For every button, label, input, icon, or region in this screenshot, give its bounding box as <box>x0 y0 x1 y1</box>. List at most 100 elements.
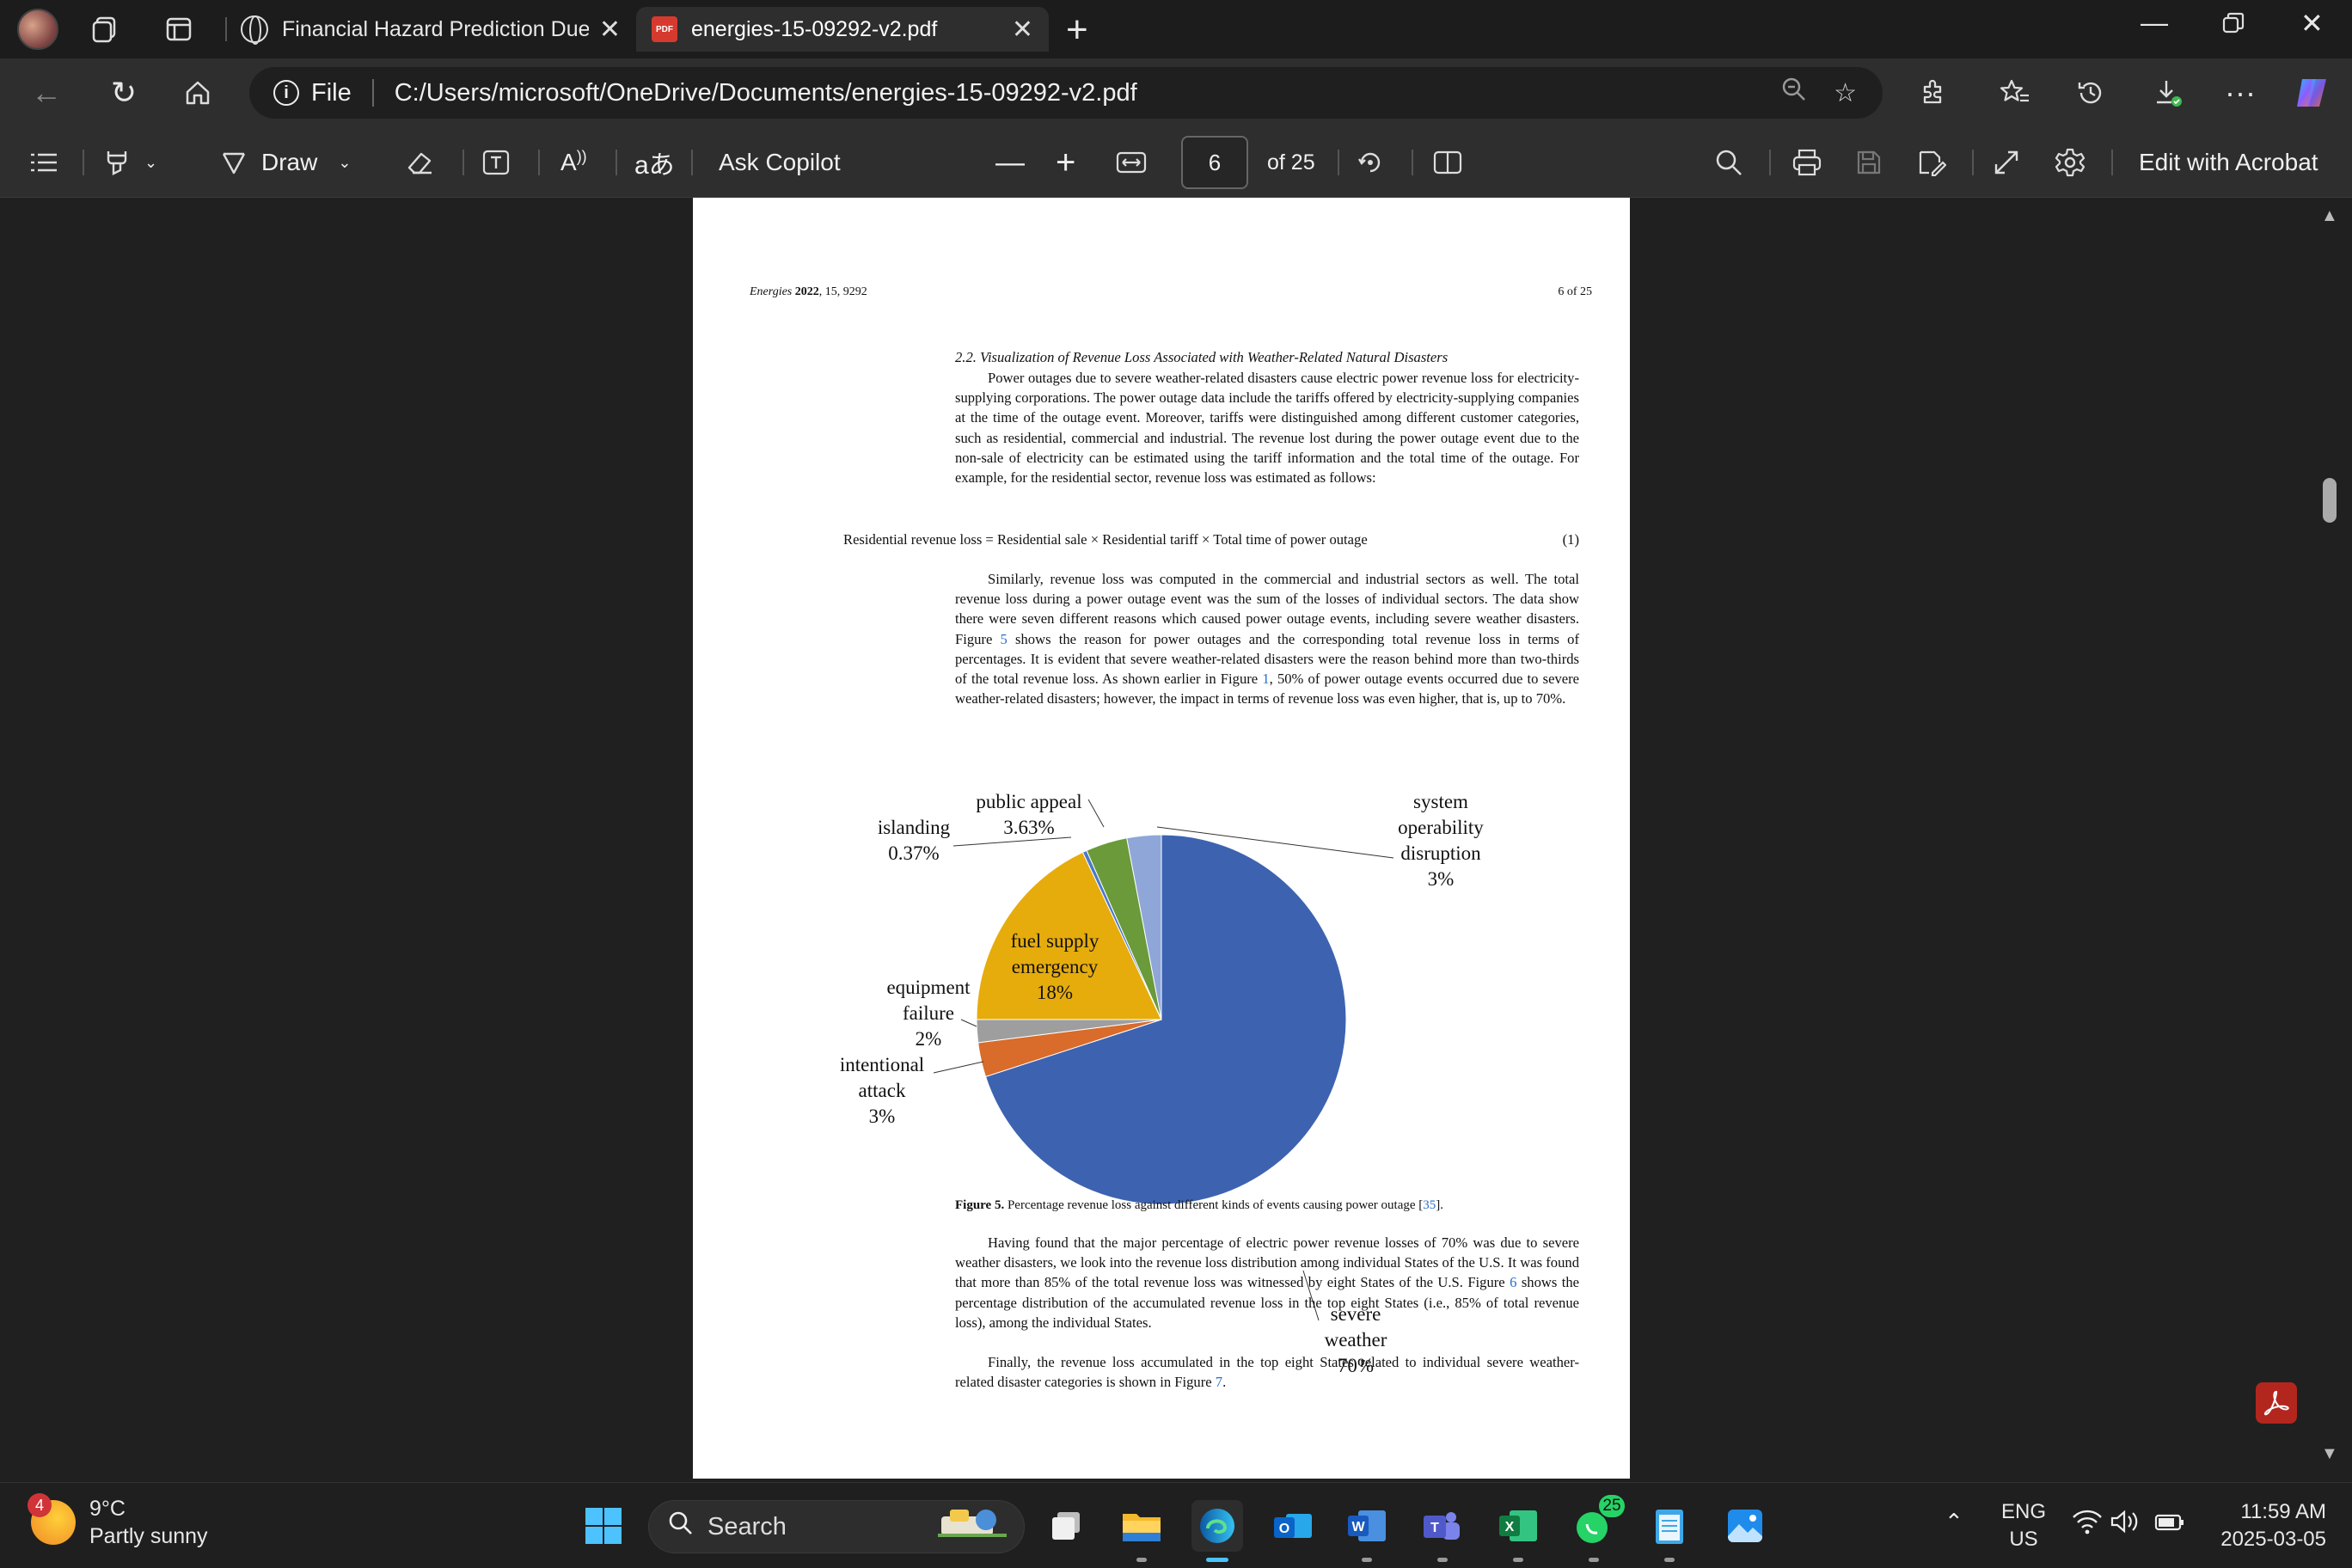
citation-35-link[interactable]: 35 <box>1423 1198 1436 1212</box>
tab-energies-pdf[interactable]: PDF energies-15-09292-v2.pdf ✕ <box>636 7 1049 52</box>
paragraph-4-text: . <box>1222 1374 1227 1391</box>
new-tab-button[interactable]: + <box>1066 9 1088 52</box>
history-icon[interactable] <box>2072 74 2110 112</box>
scroll-down-arrow[interactable]: ▼ <box>2321 1444 2338 1464</box>
leader-line <box>933 1061 984 1074</box>
fullscreen-icon[interactable] <box>1993 144 2020 181</box>
eraser-icon[interactable] <box>406 144 435 181</box>
pdf-file-icon: PDF <box>652 16 677 42</box>
toolbar-separator <box>1769 150 1771 175</box>
figure-caption: Figure 5. Percentage revenue loss agains… <box>955 1198 1443 1213</box>
back-button[interactable]: ← <box>28 74 65 112</box>
ask-copilot-button[interactable]: Ask Copilot <box>719 144 841 181</box>
word-icon[interactable]: W <box>1341 1500 1393 1562</box>
caption-label: Figure 5. <box>955 1198 1005 1212</box>
settings-gear-icon[interactable] <box>2055 144 2086 181</box>
volume-icon[interactable] <box>2110 1509 2141 1539</box>
page-number-input[interactable]: 6 <box>1181 136 1248 189</box>
close-window-button[interactable]: ✕ <box>2300 7 2324 40</box>
journal-year: 2022 <box>794 285 819 298</box>
taskbar-search[interactable]: Search <box>648 1500 1025 1553</box>
equation-text: Residential revenue loss = Residential s… <box>843 531 1368 548</box>
url-text[interactable]: C:/Users/microsoft/OneDrive/Documents/en… <box>395 79 1780 107</box>
extensions-icon[interactable] <box>1914 74 1951 112</box>
refresh-button[interactable]: ↻ <box>105 74 143 112</box>
start-button[interactable] <box>578 1500 629 1552</box>
chevron-down-icon[interactable]: ⌄ <box>338 154 351 172</box>
clock-date: 2025-03-05 <box>2220 1528 2326 1551</box>
battery-icon[interactable] <box>2154 1509 2185 1539</box>
translate-icon[interactable]: aあ <box>634 144 675 181</box>
info-icon[interactable]: i <box>273 80 299 106</box>
close-tab-icon[interactable]: ✕ <box>1012 15 1033 45</box>
zoom-out-icon[interactable] <box>1780 76 1808 110</box>
read-aloud-icon[interactable]: A)) <box>560 144 587 181</box>
whatsapp-icon[interactable]: 25 <box>1568 1493 1626 1562</box>
fit-width-icon[interactable] <box>1116 144 1147 181</box>
home-button[interactable] <box>179 74 217 112</box>
workspaces-icon[interactable] <box>88 12 122 46</box>
scrollbar-thumb[interactable] <box>2323 478 2337 523</box>
page-view-icon[interactable] <box>1432 144 1463 181</box>
more-menu-icon[interactable]: ··· <box>2221 74 2259 112</box>
outlook-icon[interactable]: O <box>1267 1500 1319 1552</box>
task-view-icon[interactable] <box>1042 1500 1093 1552</box>
running-indicator <box>1437 1558 1448 1562</box>
zoom-out-button[interactable]: — <box>995 144 1025 181</box>
print-icon[interactable] <box>1792 144 1822 181</box>
search-icon[interactable] <box>1714 144 1743 181</box>
photos-icon[interactable] <box>1719 1500 1771 1552</box>
svg-text:T: T <box>1430 1521 1439 1535</box>
copilot-icon[interactable] <box>2294 74 2331 112</box>
zoom-in-button[interactable]: + <box>1056 144 1075 181</box>
figure-7-link[interactable]: 7 <box>1216 1374 1222 1390</box>
edit-with-acrobat-button[interactable]: Edit with Acrobat <box>2139 144 2318 181</box>
running-indicator <box>1362 1558 1372 1562</box>
minimize-button[interactable]: — <box>2141 7 2168 39</box>
paragraph-4-text: Finally, the revenue loss accumulated in… <box>955 1354 1579 1391</box>
search-icon <box>668 1510 694 1543</box>
rotate-icon[interactable] <box>1355 144 1386 181</box>
pie-label-intentional-attack: intentional attack 3% <box>840 1054 924 1127</box>
favorites-icon[interactable] <box>1996 74 2034 112</box>
show-hidden-icons-chevron[interactable]: ⌃ <box>1945 1509 1963 1535</box>
weather-widget[interactable]: 4 9°C Partly sunny <box>28 1493 208 1550</box>
figure-1-link[interactable]: 1 <box>1262 671 1269 687</box>
profile-avatar[interactable] <box>17 9 58 50</box>
file-explorer-icon[interactable] <box>1116 1500 1167 1562</box>
restore-button[interactable] <box>2221 10 2245 42</box>
whatsapp-unread-badge: 25 <box>1597 1493 1626 1519</box>
tab-financial-hazard[interactable]: Financial Hazard Prediction Due t ✕ <box>225 7 636 52</box>
highlight-tool[interactable]: ⌄ <box>103 144 157 181</box>
downloads-icon[interactable] <box>2149 74 2187 112</box>
chevron-down-icon[interactable]: ⌄ <box>144 154 157 172</box>
page-header-right: 6 of 25 <box>1558 285 1592 298</box>
page-header-left: Energies 2022, 15, 9292 <box>750 285 867 299</box>
paragraph-1: Power outages due to severe weather-rela… <box>955 370 1579 487</box>
toolbar-separator <box>83 150 84 175</box>
address-bar[interactable]: i File C:/Users/microsoft/OneDrive/Docum… <box>249 67 1883 119</box>
notepad-icon[interactable] <box>1644 1500 1695 1562</box>
running-indicator <box>1513 1558 1523 1562</box>
excel-icon[interactable]: X <box>1492 1500 1544 1562</box>
system-clock[interactable]: 11:59 AM 2025-03-05 <box>2197 1498 2326 1553</box>
save-icon[interactable] <box>1855 144 1883 181</box>
active-indicator <box>1206 1558 1228 1562</box>
input-language[interactable]: ENG US <box>2000 1498 2048 1553</box>
scroll-up-arrow[interactable]: ▲ <box>2321 206 2338 226</box>
teams-icon[interactable]: T <box>1417 1500 1468 1562</box>
caption-end: ]. <box>1436 1198 1444 1212</box>
add-text-icon[interactable] <box>481 144 511 181</box>
vertical-tabs-icon[interactable] <box>162 12 196 46</box>
acrobat-icon[interactable] <box>2256 1382 2297 1424</box>
wifi-icon[interactable] <box>2072 1509 2103 1539</box>
pdf-viewer[interactable]: Energies 2022, 15, 9292 6 of 25 2.2. Vis… <box>0 198 2352 1482</box>
draw-tool[interactable]: Draw ⌄ <box>220 144 351 181</box>
figure-5-link[interactable]: 5 <box>1001 631 1008 647</box>
save-as-icon[interactable] <box>1917 144 1946 181</box>
close-tab-icon[interactable]: ✕ <box>599 15 621 45</box>
toolbar-separator <box>538 150 540 175</box>
contents-icon[interactable] <box>29 144 58 181</box>
favorite-star-icon[interactable]: ☆ <box>1834 78 1857 108</box>
edge-browser-icon[interactable] <box>1191 1500 1243 1562</box>
